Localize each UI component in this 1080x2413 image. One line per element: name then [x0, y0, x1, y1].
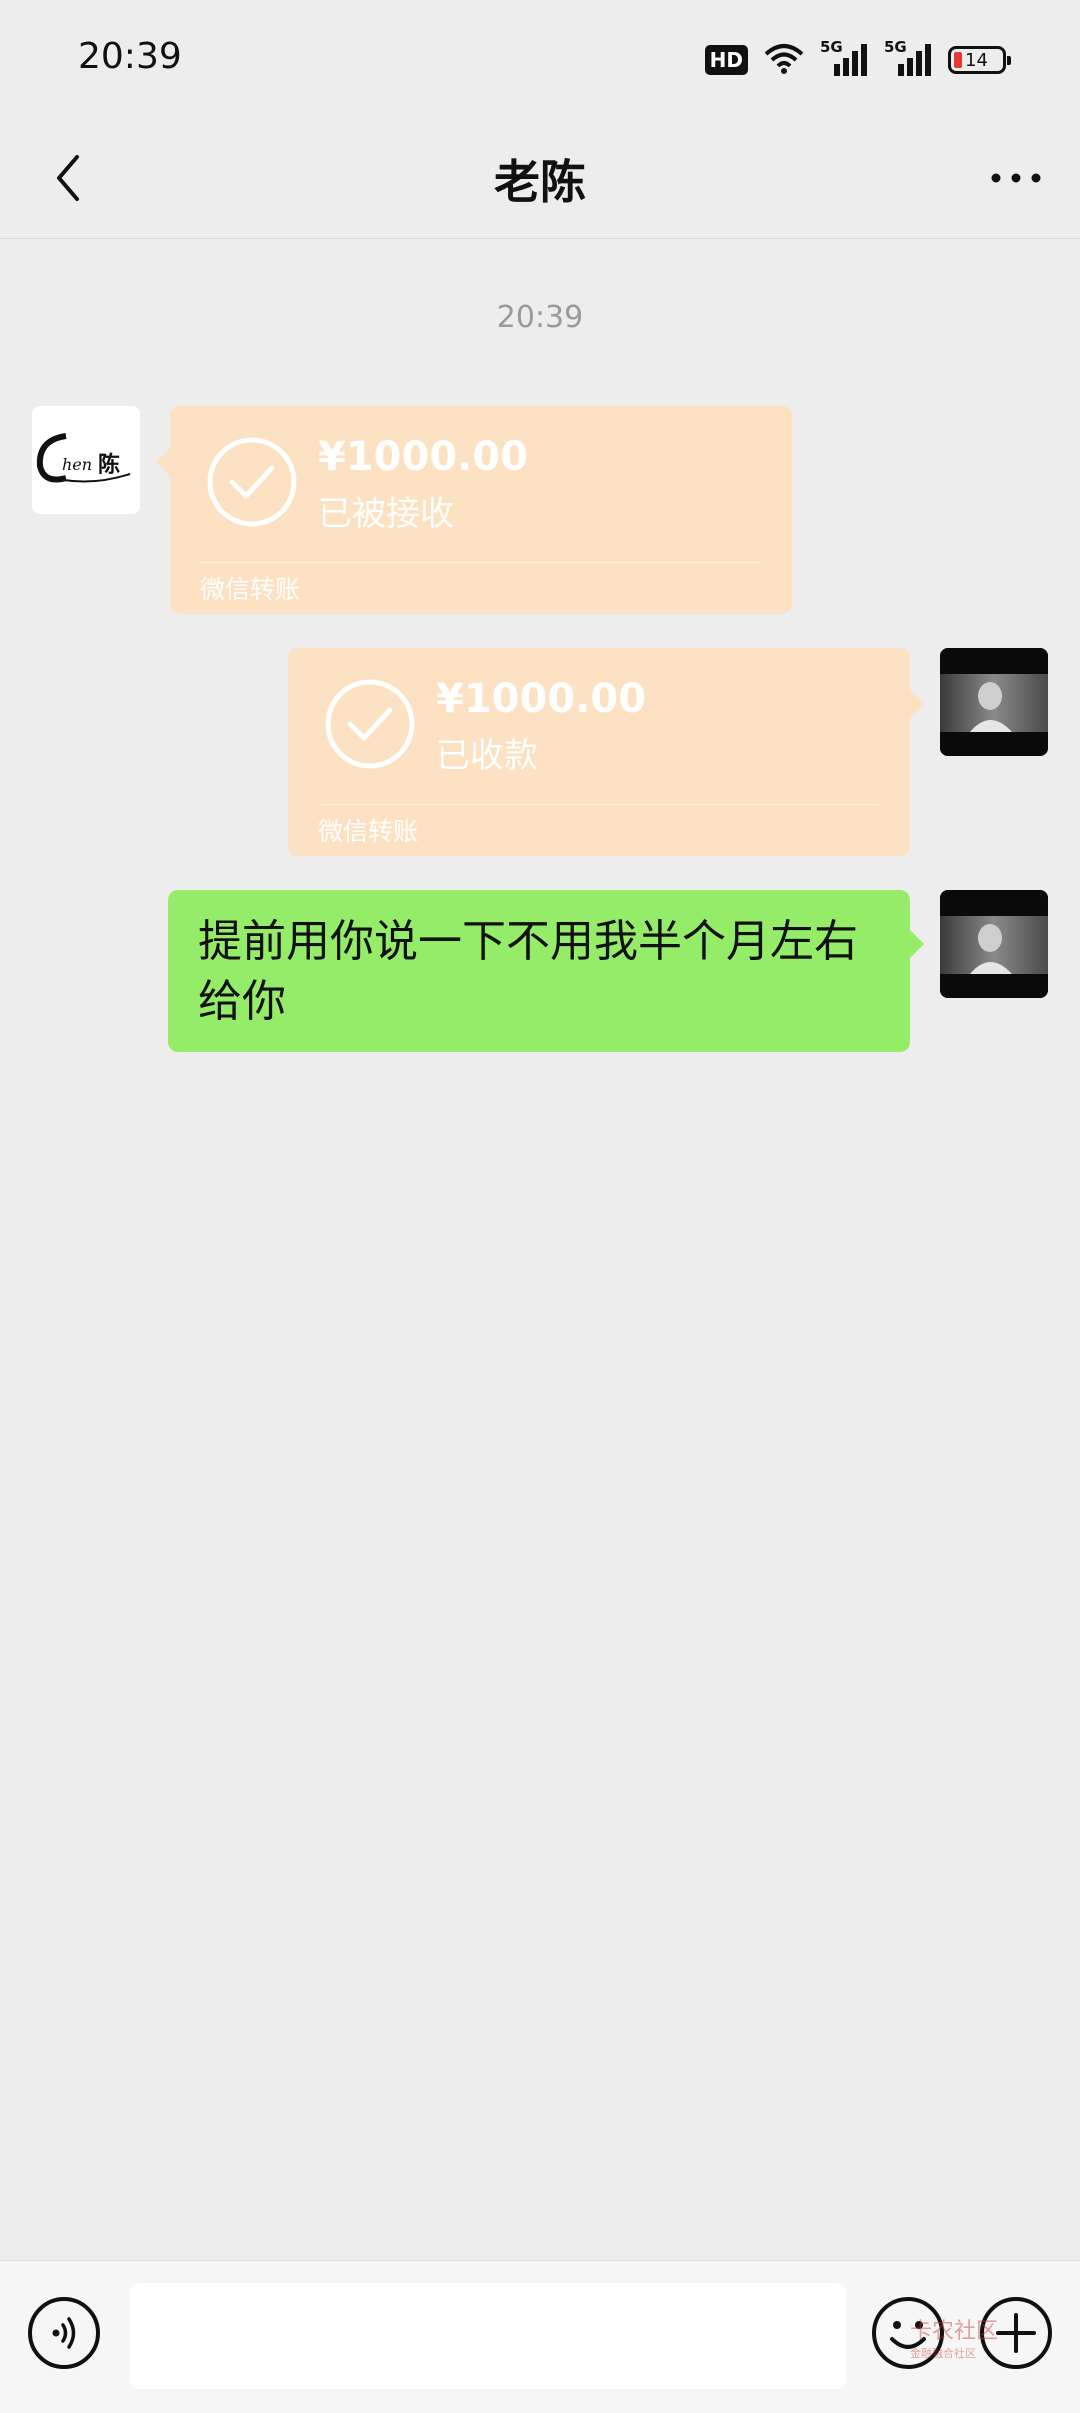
card-divider: [200, 562, 762, 563]
text-message-bubble[interactable]: 提前用你说一下不用我半个月左右给你: [168, 890, 924, 1052]
message-input[interactable]: [130, 2283, 846, 2389]
chat-title: 老陈: [494, 155, 586, 209]
chat-header: 老陈: [0, 120, 1080, 239]
transfer-amount: ¥1000.00: [436, 676, 647, 722]
battery-icon: 14: [948, 46, 1011, 74]
signal-5g-icon-1: 5G: [820, 38, 870, 78]
my-avatar[interactable]: [940, 648, 1048, 756]
svg-text:hen: hen: [62, 455, 92, 474]
user-photo: [940, 890, 1048, 998]
more-options-button[interactable]: [976, 148, 1056, 208]
voice-button[interactable]: [26, 2295, 102, 2371]
transfer-footer: 微信转账: [318, 817, 419, 846]
chen-logo: hen 陈: [36, 433, 131, 483]
transfer-card-collected[interactable]: ¥1000.00 已收款 微信转账: [288, 648, 924, 856]
transfer-card-received[interactable]: ¥1000.00 已被接收 微信转账: [156, 406, 792, 614]
contact-avatar[interactable]: hen 陈: [32, 406, 140, 514]
status-icons: HD 5G 5G 14: [704, 38, 1011, 80]
transfer-footer: 微信转账: [200, 575, 301, 604]
card-divider: [318, 804, 880, 805]
voice-icon: [28, 2297, 100, 2369]
signal-5g-icon-2: 5G: [884, 38, 934, 78]
svg-text:陈: 陈: [98, 452, 120, 478]
message-timestamp: 20:39: [496, 300, 584, 335]
transfer-status: 已收款: [436, 736, 538, 776]
input-bar: 卡农社区 金融融合社区: [0, 2260, 1080, 2413]
my-avatar[interactable]: [940, 890, 1048, 998]
more-icon: [991, 173, 1041, 183]
check-circle-icon: [325, 679, 415, 769]
status-time: 20:39: [78, 36, 182, 77]
check-circle-icon: [207, 437, 297, 527]
transfer-amount: ¥1000.00: [318, 434, 529, 480]
watermark: 卡农社区 金融融合社区: [910, 2319, 999, 2360]
battery-fill: [954, 52, 962, 68]
user-photo: [940, 648, 1048, 756]
wifi-icon: [762, 40, 806, 80]
battery-level: 14: [965, 49, 988, 71]
status-bar: 20:39 HD 5G 5G 14: [0, 0, 1080, 120]
message-text: 提前用你说一下不用我半个月左右给你: [198, 916, 858, 1027]
hd-icon: HD: [704, 45, 748, 75]
transfer-status: 已被接收: [318, 494, 454, 534]
